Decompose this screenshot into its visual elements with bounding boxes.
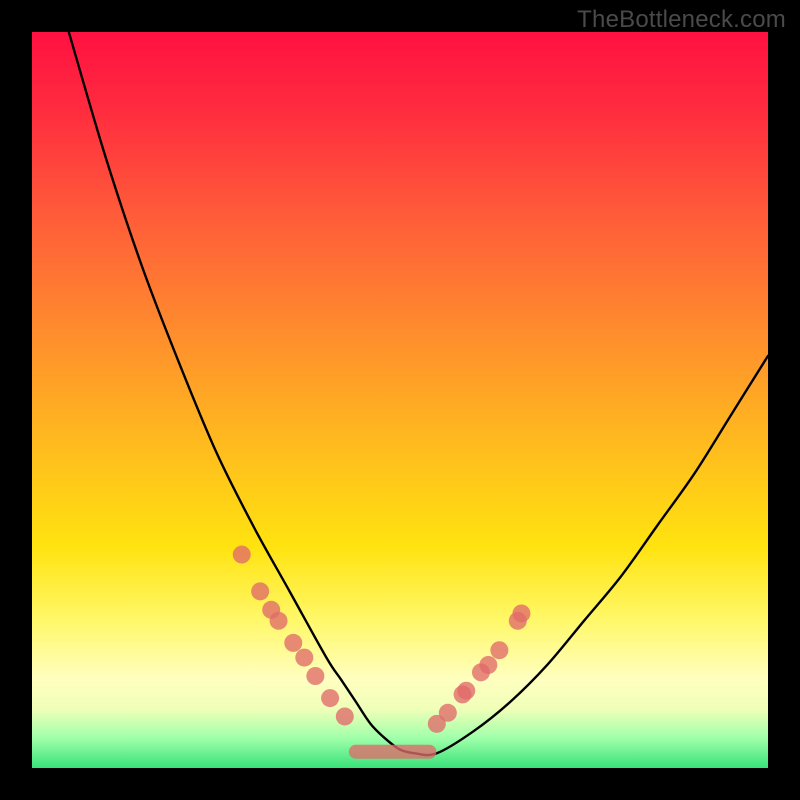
highlight-dot <box>336 707 354 725</box>
highlight-dot <box>479 656 497 674</box>
highlight-dot <box>457 682 475 700</box>
highlight-dot <box>295 649 313 667</box>
chart-svg <box>32 32 768 768</box>
highlight-dot <box>306 667 324 685</box>
highlight-dots-group <box>233 546 531 733</box>
highlight-dot <box>439 704 457 722</box>
highlight-dot <box>284 634 302 652</box>
bottleneck-curve <box>69 32 768 755</box>
chart-frame: TheBottleneck.com <box>0 0 800 800</box>
highlight-dot <box>490 641 508 659</box>
highlight-dot <box>321 689 339 707</box>
highlight-dot <box>512 604 530 622</box>
watermark-text: TheBottleneck.com <box>577 6 786 34</box>
highlight-dot <box>270 612 288 630</box>
plot-area <box>32 32 768 768</box>
highlight-dot <box>233 546 251 564</box>
highlight-dot <box>251 582 269 600</box>
